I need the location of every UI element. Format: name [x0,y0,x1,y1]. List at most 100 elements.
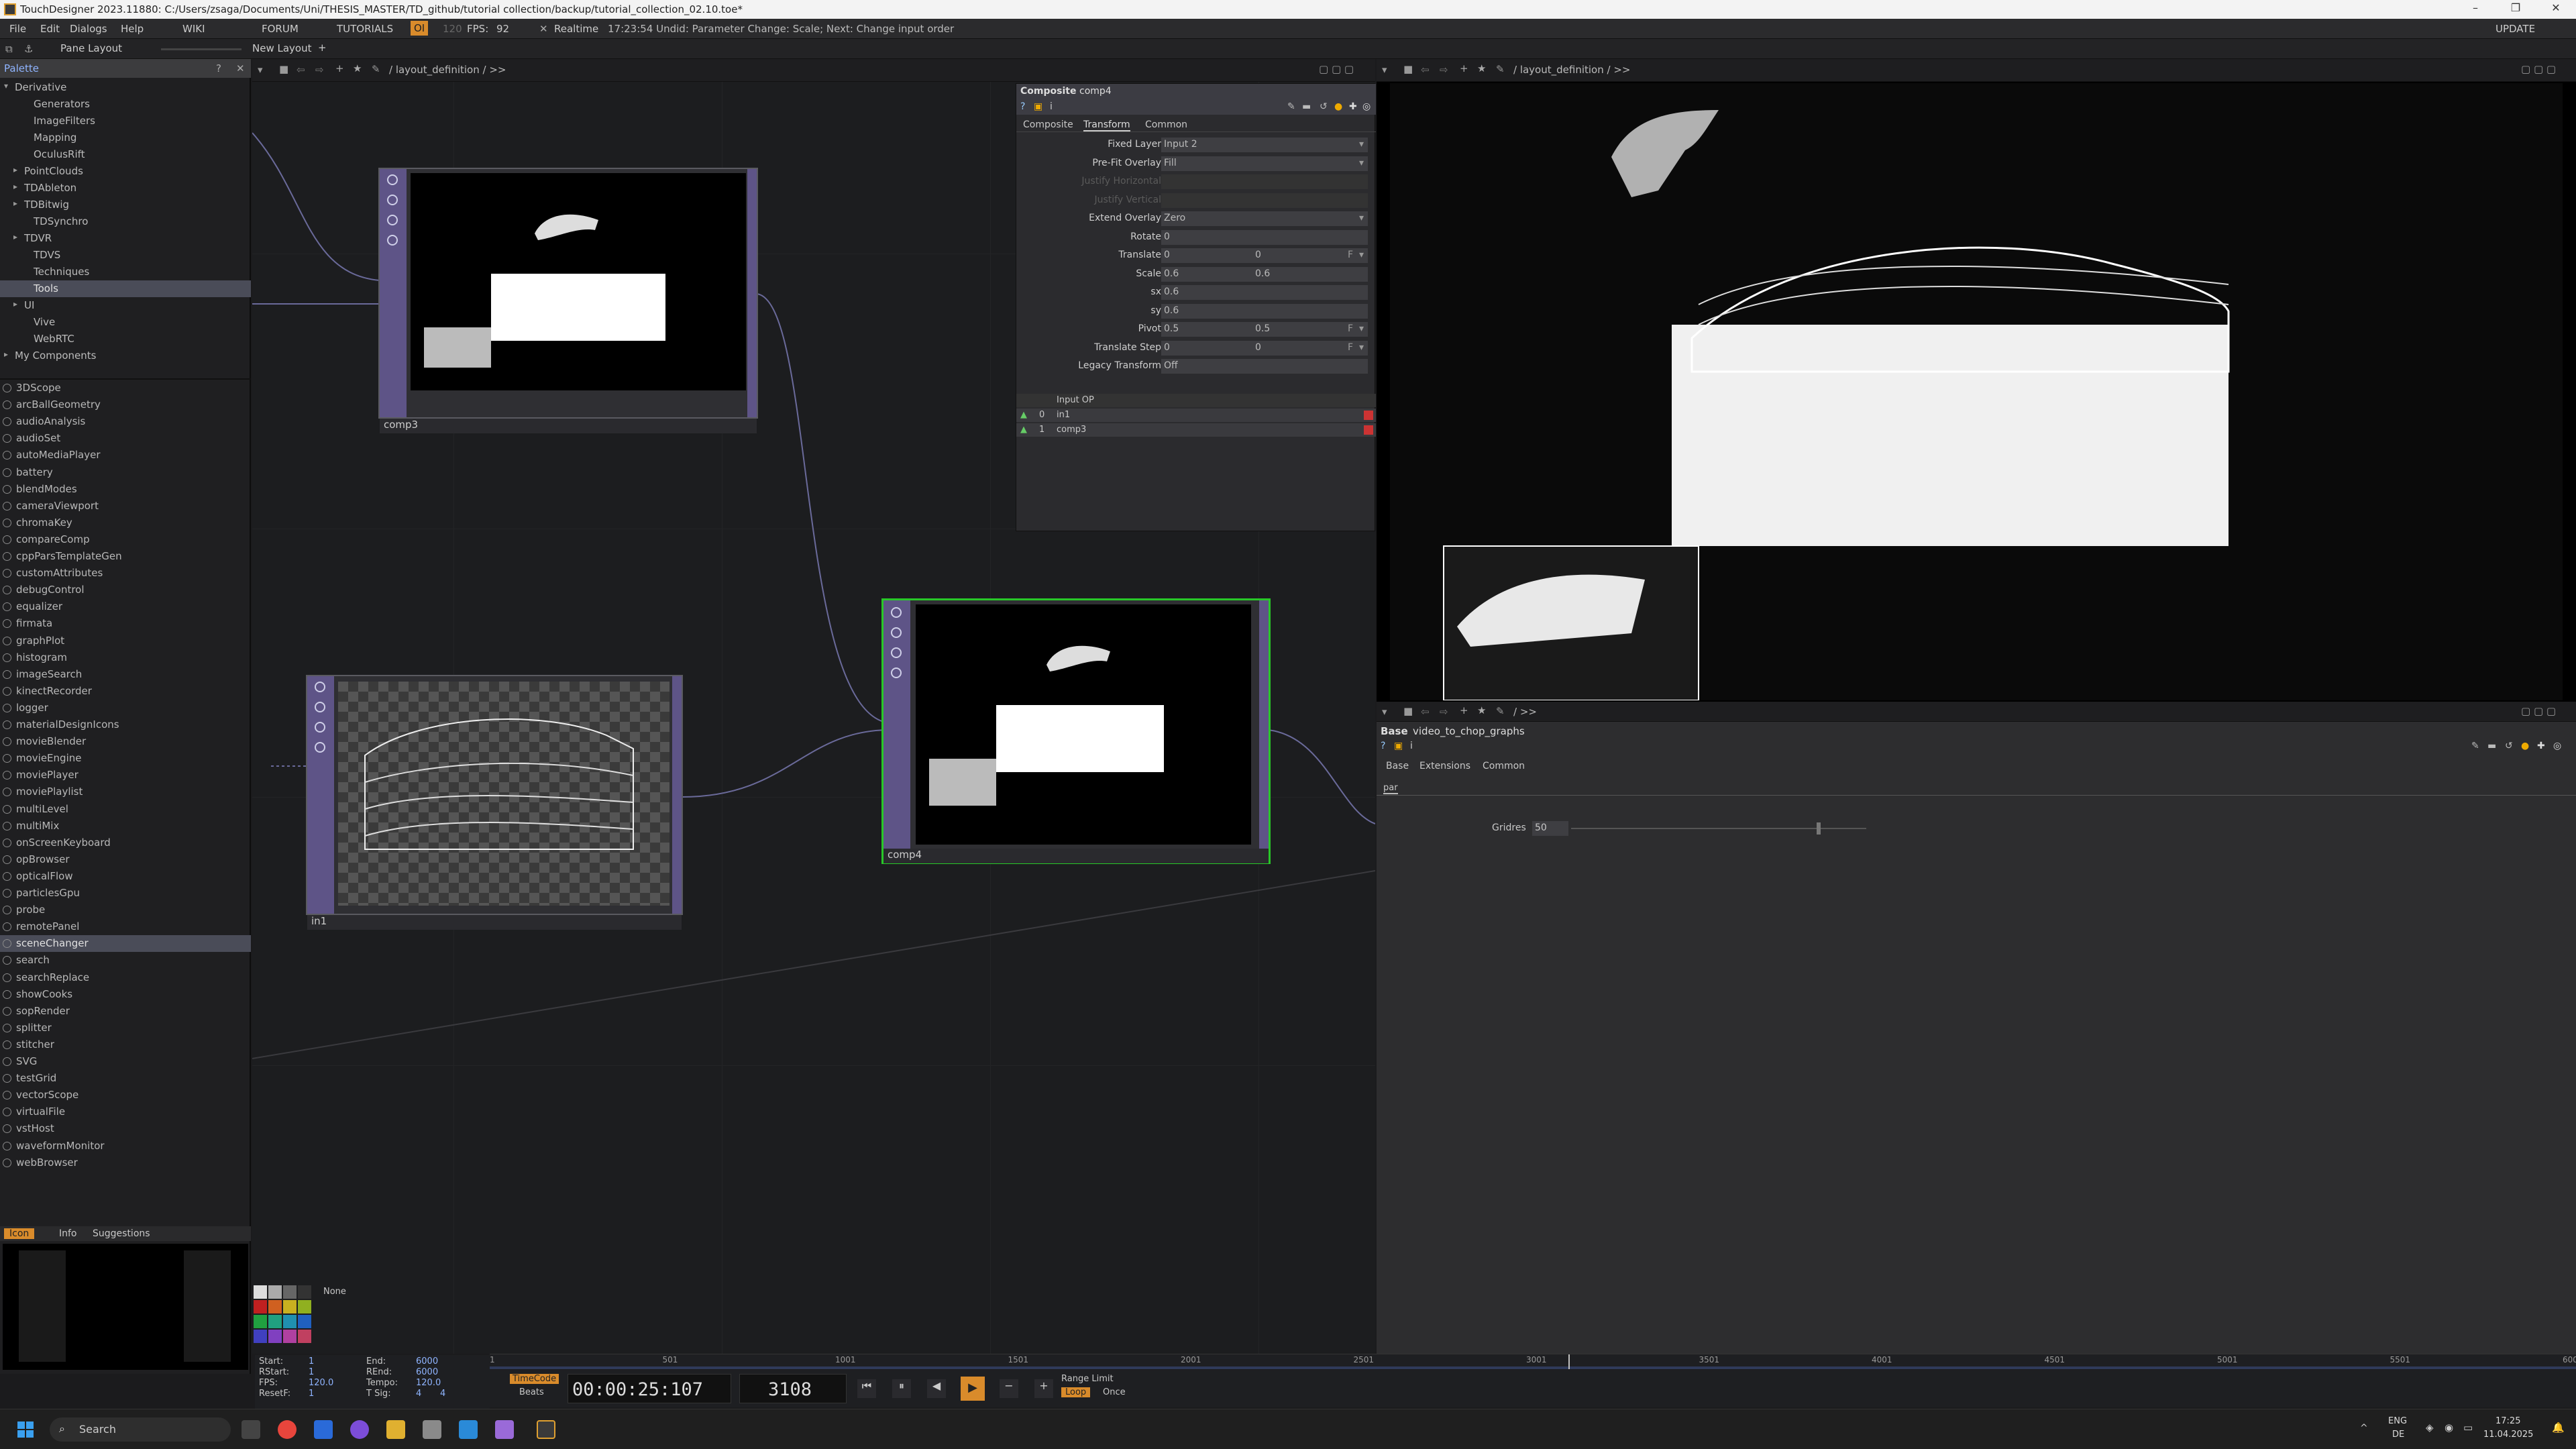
palette-component-item[interactable]: particlesGpu [0,885,251,902]
palette-component-item[interactable]: histogram [0,649,251,666]
viewer-toggle-icon[interactable] [891,607,902,618]
remove-input-icon[interactable] [1364,425,1373,435]
minimize-button[interactable]: – [2455,1,2496,17]
swatch-none-label[interactable]: None [323,1287,346,1297]
dropdown-arrow-icon[interactable]: ▾ [1359,213,1364,223]
palette-component-item[interactable]: multiMix [0,818,251,835]
palette-tree-item[interactable]: ▸ UI [0,297,251,314]
add-param-icon[interactable]: ✚ [1349,101,1357,112]
menu-edit[interactable]: Edit [40,23,60,35]
menu-dialogs[interactable]: Dialogs [70,23,107,35]
input-op-row[interactable]: ▲ 0 in1 [1016,409,1376,422]
palette-component-item[interactable]: multiLevel [0,801,251,818]
target-icon[interactable]: ◎ [2553,741,2561,751]
close-window-button[interactable]: ✕ [2536,1,2576,17]
palette-component-item[interactable]: searchReplace [0,969,251,986]
palette-component-item[interactable]: arcBallGeometry [0,396,251,413]
palette-component-item[interactable]: search [0,952,251,969]
palette-component-item[interactable]: testGrid [0,1070,251,1087]
frame-display[interactable]: 3108 [739,1374,847,1403]
plus-button[interactable]: + [1034,1379,1053,1398]
link-tutorials[interactable]: TUTORIALS [337,23,393,35]
play-button[interactable]: ▶ [961,1377,985,1401]
palette-tree-item[interactable]: Tools [0,280,251,297]
expand-arrow-icon[interactable]: ▸ [13,299,17,309]
update-button[interactable]: UPDATE [2496,23,2535,35]
file-explorer-icon[interactable] [386,1420,405,1439]
loop-toggle[interactable]: Loop [1061,1387,1091,1397]
palette-component-item[interactable]: virtualFile [0,1104,251,1120]
tempo-value[interactable]: 120.0 [416,1378,441,1388]
base-op-name[interactable]: video_to_chop_graphs [1413,725,1525,737]
palette-component-item[interactable]: sceneChanger [0,935,251,953]
palette-component-item[interactable]: movieEngine [0,750,251,767]
subtab-par[interactable]: par [1383,783,1398,794]
node-output-bar[interactable] [747,169,757,417]
bypass-icon[interactable] [891,627,902,638]
home-icon[interactable]: + [1460,62,1468,74]
palette-component-item[interactable]: vstHost [0,1120,251,1137]
tab-composite[interactable]: Composite [1023,119,1073,130]
remove-input-icon[interactable] [1364,411,1373,420]
palette-tree-item[interactable]: TDSynchro [0,213,251,230]
palette-component-item[interactable]: splitter [0,1020,251,1036]
tab-common[interactable]: Common [1483,761,1525,771]
pane-type-icon[interactable]: ■ [1403,705,1413,717]
pane-menu-icon[interactable]: ▾ [1382,64,1387,76]
expand-arrow-icon[interactable]: ▸ [13,232,17,241]
param-field[interactable]: 0 0 F ▾ [1161,248,1368,263]
param-field[interactable]: Off [1161,359,1368,374]
param-field[interactable]: Input 2 ▾ [1161,138,1368,152]
param-field[interactable]: 0.6 [1161,303,1368,319]
gridres-slider-handle[interactable] [1817,822,1821,835]
palette-tree-item[interactable]: Generators [0,96,251,113]
palette-tree-item[interactable]: Mapping [0,129,251,146]
display-icon[interactable] [891,667,902,678]
palette-component-item[interactable]: 3DScope [0,380,251,396]
lang-2[interactable]: DE [2392,1430,2404,1440]
dropdown-arrow-icon[interactable]: ▾ [1359,323,1364,334]
palette-component-item[interactable]: waveformMonitor [0,1138,251,1155]
edit-path-icon[interactable]: ✎ [1496,63,1505,75]
input-op-row[interactable]: ▲ 1 comp3 [1016,423,1376,437]
tab-suggestions[interactable]: Suggestions [93,1228,150,1239]
rewind-button[interactable]: ⏮ [857,1379,876,1398]
param-field[interactable]: 0.5 0.5 F ▾ [1161,322,1368,337]
lock-icon[interactable] [387,215,398,225]
tray-chevron-icon[interactable]: ^ [2360,1423,2368,1434]
palette-component-item[interactable]: cameraViewport [0,498,251,515]
end-value[interactable]: 6000 [416,1356,438,1366]
node-in1[interactable]: in1 [306,675,683,930]
timecode-toggle[interactable]: TimeCode [510,1374,559,1384]
pane-menu-icon[interactable]: ▾ [1382,706,1387,718]
node-comp3[interactable]: comp3 [378,168,758,433]
tab-base[interactable]: Base [1386,761,1409,771]
display-icon[interactable] [315,742,325,753]
timeline-range-bar[interactable] [490,1366,2576,1369]
lock-icon[interactable] [315,722,325,733]
tsig-value-2[interactable]: 4 [440,1389,445,1399]
viewer-toggle-icon[interactable] [387,174,398,185]
move-up-icon[interactable]: ▲ [1020,425,1027,435]
palette-tree-item[interactable]: ▸ My Components [0,347,251,364]
param-value-2[interactable]: 0.5 [1255,323,1270,334]
back-icon[interactable]: ⇦ [1421,64,1430,76]
forward-icon[interactable]: ⇨ [1440,64,1448,76]
palette-component-item[interactable]: cppParsTemplateGen [0,548,251,565]
palette-component-item[interactable]: battery [0,464,251,481]
menu-help[interactable]: Help [121,23,144,35]
palette-component-item[interactable]: onScreenKeyboard [0,835,251,851]
touchdesigner-icon[interactable] [537,1420,555,1439]
bookmark-icon[interactable]: ★ [1477,704,1486,716]
time-display[interactable]: 00:00:25:107 [568,1374,731,1403]
volume-icon[interactable]: ◉ [2445,1421,2453,1434]
tab-common[interactable]: Common [1145,119,1187,130]
palette-tree-item[interactable]: ▸ PointClouds [0,163,251,180]
notepad-icon[interactable] [423,1420,441,1439]
clock-date[interactable]: 11.04.2025 [2483,1430,2533,1440]
help-icon[interactable]: ? [1381,741,1385,751]
palette-component-item[interactable]: customAttributes [0,565,251,582]
param-mode-tag[interactable]: F [1348,250,1353,260]
param-value-2[interactable]: 0 [1255,342,1261,353]
palette-component-item[interactable]: vectorScope [0,1087,251,1104]
